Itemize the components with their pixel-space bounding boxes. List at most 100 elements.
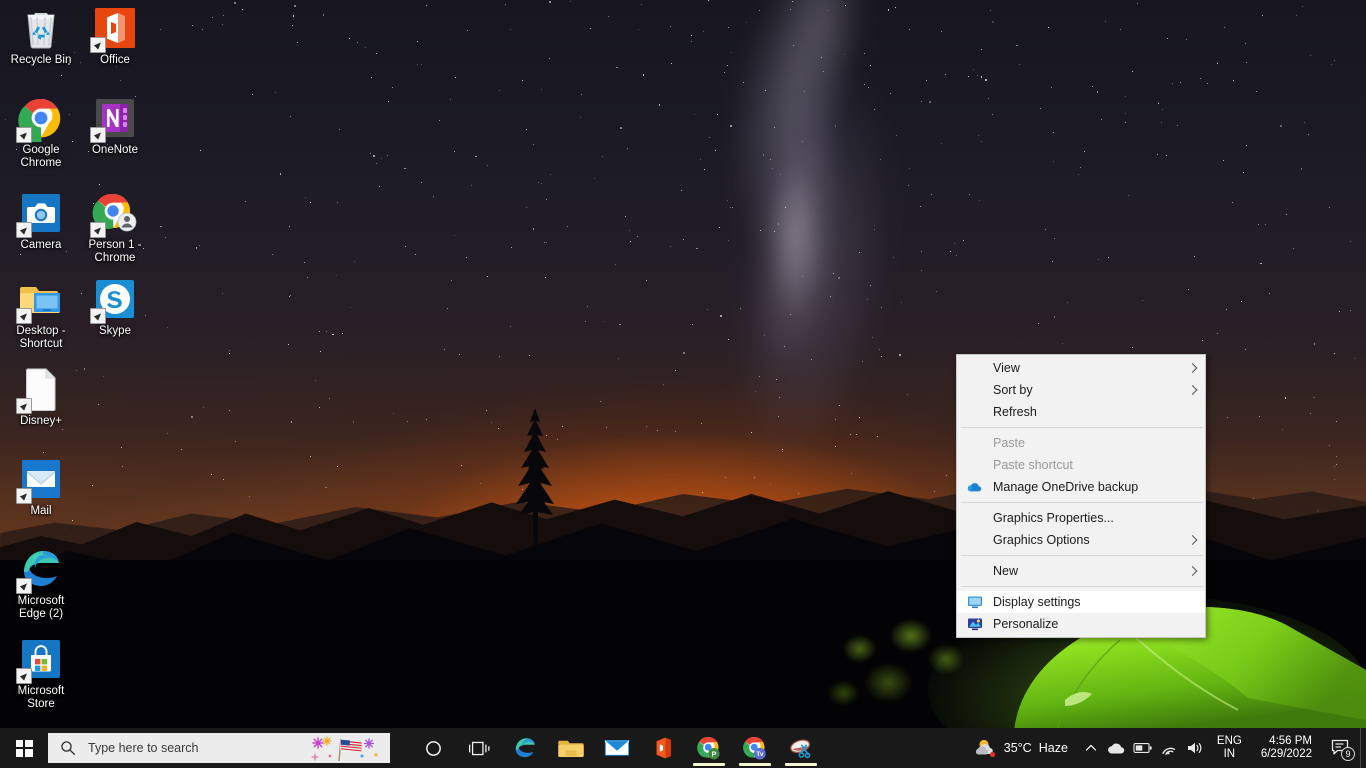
taskbar[interactable]: Type here to search	[0, 728, 1366, 768]
context-menu-separator	[961, 586, 1203, 587]
context-menu-separator	[961, 555, 1203, 556]
chrome-icon	[17, 94, 65, 142]
weather-widget[interactable]: 35°C Haze	[969, 728, 1078, 768]
desktop-icon-label: Skype	[78, 325, 152, 338]
chrome-tv-button[interactable]: Tv	[732, 728, 778, 768]
microsoft-store-icon	[17, 635, 65, 683]
task-view-icon	[468, 739, 491, 758]
shortcut-arrow-icon	[16, 308, 32, 324]
desktop-context-menu[interactable]: ViewSort by Refresh Paste Paste shortcut Ma…	[956, 354, 1206, 638]
taskbar-active-indicator	[785, 763, 817, 766]
cloud-icon	[1107, 741, 1126, 755]
language-indicator[interactable]: ENG IN	[1208, 728, 1251, 768]
desktop-icon-microsoft-edge-2[interactable]: Microsoft Edge (2)	[4, 545, 78, 621]
context-menu-item-label: Display settings	[993, 595, 1081, 609]
network-tray-icon[interactable]	[1156, 728, 1182, 768]
disney-plus-file-icon	[17, 365, 65, 413]
clock-date: 6/29/2022	[1261, 748, 1312, 761]
context-menu-item-paste: Paste	[957, 432, 1205, 454]
desktop-icon-label: OneNote	[78, 144, 152, 157]
office-icon	[91, 4, 139, 52]
weather-condition: Haze	[1039, 741, 1068, 755]
system-tray: 35°C Haze	[969, 728, 1366, 768]
desktop-icon-label: Microsoft Edge (2)	[4, 595, 78, 621]
edge-button[interactable]	[502, 728, 548, 768]
context-menu-item-label: Graphics Properties...	[993, 511, 1114, 525]
start-button[interactable]	[0, 728, 48, 768]
desktop-icon-camera[interactable]: Camera	[4, 189, 78, 252]
context-menu-item-label: Refresh	[993, 405, 1037, 419]
desktop-icon-recycle-bin[interactable]: Recycle Bin	[4, 4, 78, 67]
context-menu-item-display-settings[interactable]: Display settings	[957, 591, 1205, 613]
task-view-button[interactable]	[456, 728, 502, 768]
chrome-p-button[interactable]: P	[686, 728, 732, 768]
desktop-icon-google-chrome[interactable]: Google Chrome	[4, 94, 78, 170]
office-button[interactable]	[640, 728, 686, 768]
shortcut-arrow-icon	[16, 488, 32, 504]
desktop-icon-office[interactable]: Office	[78, 4, 152, 67]
context-menu-separator	[961, 427, 1203, 428]
context-menu-item-label: Graphics Options	[993, 533, 1090, 547]
context-menu-item-new[interactable]: New	[957, 560, 1205, 582]
desktop-icon-microsoft-store[interactable]: Microsoft Store	[4, 635, 78, 711]
desktop-icon-onenote[interactable]: OneNote	[78, 94, 152, 157]
battery-icon	[1133, 742, 1153, 754]
shortcut-arrow-icon	[16, 398, 32, 414]
show-desktop-button[interactable]	[1360, 728, 1366, 768]
svg-text:P: P	[711, 749, 716, 758]
desktop-icon-mail[interactable]: Mail	[4, 455, 78, 518]
svg-text:Tv: Tv	[756, 751, 764, 758]
personalize-icon	[967, 616, 983, 632]
context-menu-item-refresh[interactable]: Refresh	[957, 401, 1205, 423]
context-menu-item-label: Paste shortcut	[993, 458, 1073, 472]
desktop-icon-skype[interactable]: Skype	[78, 275, 152, 338]
chrome-person-icon	[91, 189, 139, 237]
context-menu-item-sort-by[interactable]: Sort by	[957, 379, 1205, 401]
desktop-icon-label: Recycle Bin	[4, 54, 78, 67]
snip-sketch-button[interactable]	[778, 728, 824, 768]
sun-cloud-icon	[975, 738, 997, 758]
clock-widget[interactable]: 4:56 PM 6/29/2022	[1251, 728, 1322, 768]
desktop-icon-label: Google Chrome	[4, 144, 78, 170]
language-line1: ENG	[1217, 735, 1242, 748]
context-menu-item-manage-onedrive-backup[interactable]: Manage OneDrive backup	[957, 476, 1205, 498]
desktop-icon-label: Microsoft Store	[4, 685, 78, 711]
office-icon	[651, 736, 675, 760]
battery-tray-icon[interactable]	[1130, 728, 1156, 768]
chrome-tv-icon: Tv	[742, 735, 768, 761]
onenote-icon	[91, 94, 139, 142]
context-menu-item-graphics-options[interactable]: Graphics Options	[957, 529, 1205, 551]
volume-tray-icon[interactable]	[1182, 728, 1208, 768]
desktop-icon-grid: Recycle Bin Office Google Chrome OneNote…	[0, 0, 160, 730]
desktop-icon-disney[interactable]: Disney+	[4, 365, 78, 428]
skype-icon	[91, 275, 139, 323]
recycle-bin-icon	[17, 4, 65, 52]
speaker-icon	[1186, 741, 1204, 755]
clock-time: 4:56 PM	[1269, 735, 1312, 748]
cortana-button[interactable]	[410, 728, 456, 768]
context-menu-item-label: Manage OneDrive backup	[993, 480, 1138, 494]
context-menu-item-graphics-properties[interactable]: Graphics Properties...	[957, 507, 1205, 529]
notification-badge: 9	[1341, 747, 1355, 761]
desktop-icon-desktop-shortcut[interactable]: Desktop - Shortcut	[4, 275, 78, 351]
monitor-icon	[967, 594, 983, 610]
desktop-icon-label: Person 1 - Chrome	[78, 239, 152, 265]
action-center-button[interactable]: 9	[1322, 728, 1360, 768]
search-icon	[60, 740, 76, 756]
shortcut-arrow-icon	[16, 222, 32, 238]
desktop-icon-person-1-chrome[interactable]: Person 1 - Chrome	[78, 189, 152, 265]
onedrive-tray-icon[interactable]	[1104, 728, 1130, 768]
edge-icon	[17, 545, 65, 593]
mail-button[interactable]	[594, 728, 640, 768]
taskbar-active-indicator	[739, 763, 771, 766]
context-menu-item-personalize[interactable]: Personalize	[957, 613, 1205, 635]
desktop-icon-label: Disney+	[4, 415, 78, 428]
file-explorer-button[interactable]	[548, 728, 594, 768]
shortcut-arrow-icon	[90, 222, 106, 238]
taskbar-active-indicator	[693, 763, 725, 766]
search-input[interactable]: Type here to search	[48, 733, 390, 763]
desktop-icon-label: Desktop - Shortcut	[4, 325, 78, 351]
show-hidden-icons-button[interactable]	[1078, 728, 1104, 768]
chevron-right-icon	[1188, 535, 1198, 545]
context-menu-item-view[interactable]: View	[957, 357, 1205, 379]
